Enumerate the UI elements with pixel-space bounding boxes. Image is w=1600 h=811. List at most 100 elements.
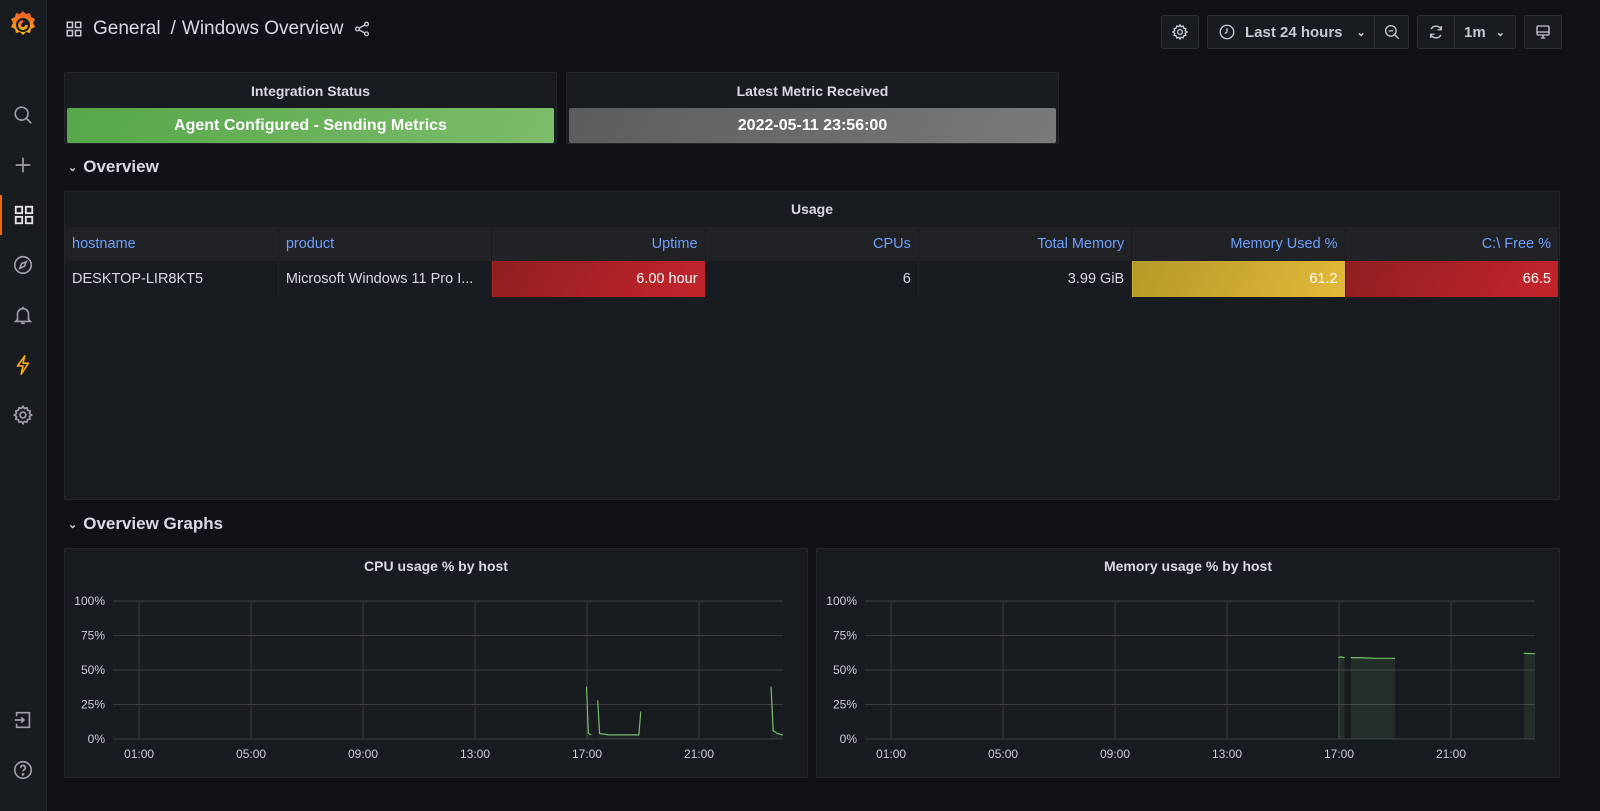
gear-icon: [1171, 23, 1189, 41]
sidebar-item-integrations[interactable]: [0, 345, 46, 385]
sidebar-item-dashboards[interactable]: [0, 195, 46, 235]
refresh-interval-label: 1m: [1464, 23, 1486, 41]
x-tick-label: 17:00: [572, 747, 602, 761]
share-icon[interactable]: [353, 20, 371, 38]
y-tick-label: 0%: [840, 732, 858, 746]
dashboards-grid-icon: [14, 205, 34, 225]
series-area: [1338, 656, 1345, 739]
cell-memory-used: 61.2: [1131, 261, 1346, 297]
cell-total-memory: 3.99 GiB: [918, 261, 1133, 297]
search-icon: [14, 106, 32, 124]
panel-title: CPU usage % by host: [364, 558, 508, 574]
series-area: [1350, 657, 1395, 739]
time-range-picker[interactable]: Last 24 hours ⌄: [1208, 16, 1374, 48]
y-tick-label: 100%: [826, 594, 857, 608]
plus-icon: [15, 157, 31, 173]
column-header-total-memory[interactable]: Total Memory: [918, 227, 1133, 261]
compass-icon: [13, 255, 33, 275]
integration-status-panel: Integration Status Agent Configured - Se…: [64, 72, 557, 144]
chart-svg: 0% 25% 50% 75% 100% 01:00 05:00 09:00 13:00 17:00…: [826, 594, 1536, 761]
refresh-button[interactable]: [1418, 16, 1454, 48]
time-picker-group: Last 24 hours ⌄: [1207, 15, 1409, 49]
panel-title: Usage: [790, 201, 834, 217]
x-tick-label: 17:00: [1324, 747, 1354, 761]
x-tick-label: 21:00: [1436, 747, 1466, 761]
y-tick-label: 25%: [81, 698, 105, 712]
y-tick-label: 75%: [833, 629, 857, 643]
chart-svg: 0% 25% 50% 75% 100% 01:00 05:00 09:00 13:00 17:00…: [74, 594, 784, 761]
chevron-down-icon: ⌄: [68, 518, 78, 531]
sidebar-item-help[interactable]: [0, 750, 46, 790]
table-header-row: hostname product Uptime CPUs Total Memor…: [65, 227, 1559, 261]
column-header-c-free[interactable]: C:\ Free %: [1345, 227, 1559, 261]
chevron-down-icon: ⌄: [1356, 26, 1366, 39]
breadcrumb: General / Windows Overview: [65, 18, 371, 40]
y-tick-label: 50%: [833, 663, 857, 677]
column-header-uptime[interactable]: Uptime: [491, 227, 706, 261]
y-tick-label: 25%: [833, 698, 857, 712]
help-icon: [13, 760, 33, 780]
sidebar-item-configuration[interactable]: [0, 395, 46, 435]
x-tick-label: 05:00: [236, 747, 266, 761]
cell-cpus: 6: [705, 261, 919, 297]
tv-mode-button[interactable]: [1524, 15, 1562, 49]
y-tick-label: 100%: [74, 594, 105, 608]
dashboard-settings-button[interactable]: [1161, 15, 1199, 49]
refresh-interval-picker[interactable]: 1m ⌄: [1455, 16, 1515, 48]
series-line: [1338, 656, 1345, 659]
cpu-usage-panel: CPU usage % by host 0% 25% 50% 75% 100% 01:00…: [64, 548, 808, 778]
series-line: [597, 700, 642, 736]
zoom-out-button[interactable]: [1375, 16, 1408, 48]
column-header-memory-used[interactable]: Memory Used %: [1131, 227, 1346, 261]
sidebar-item-alerting[interactable]: [0, 295, 46, 335]
top-navbar: General / Windows Overview Last 24 hours…: [47, 0, 1600, 62]
integration-status-value: Agent Configured - Sending Metrics: [67, 108, 554, 143]
x-tick-label: 01:00: [124, 747, 154, 761]
sidebar-item-sign-in[interactable]: [0, 700, 46, 740]
latest-metric-value: 2022-05-11 23:56:00: [569, 108, 1056, 143]
series-area: [1523, 653, 1535, 739]
sign-in-icon: [14, 711, 31, 729]
row-title: Overview: [83, 157, 159, 176]
cell-uptime: 6.00 hour: [491, 261, 706, 297]
breadcrumb-separator: /: [170, 18, 176, 39]
panel-title: Integration Status: [250, 83, 370, 99]
sidebar-item-create[interactable]: [0, 145, 46, 185]
latest-metric-panel: Latest Metric Received 2022-05-11 23:56:…: [566, 72, 1059, 144]
series-line: [1350, 656, 1395, 659]
monitor-icon: [1536, 25, 1550, 39]
row-overview[interactable]: ⌄ Overview: [68, 157, 159, 177]
sidebar: [0, 0, 47, 811]
x-tick-label: 09:00: [348, 747, 378, 761]
bell-icon: [13, 306, 33, 325]
y-tick-label: 0%: [88, 732, 106, 746]
dashboard-title[interactable]: Windows Overview: [182, 18, 344, 40]
column-header-cpus[interactable]: CPUs: [705, 227, 919, 261]
breadcrumb-folder-link[interactable]: General: [93, 18, 161, 40]
chevron-down-icon: ⌄: [68, 161, 78, 174]
column-header-product[interactable]: product: [278, 227, 493, 261]
y-tick-label: 75%: [81, 629, 105, 643]
x-tick-label: 21:00: [684, 747, 714, 761]
grafana-logo-icon[interactable]: [7, 8, 39, 40]
series-area: [597, 700, 641, 739]
lightning-icon: [16, 355, 30, 375]
sidebar-item-explore[interactable]: [0, 245, 46, 285]
clock-icon: [1219, 24, 1235, 40]
gear-icon: [12, 404, 34, 426]
x-tick-label: 05:00: [988, 747, 1018, 761]
cell-product: Microsoft Windows 11 Pro I...: [278, 261, 493, 297]
x-tick-label: 09:00: [1100, 747, 1130, 761]
cell-c-free: 66.5: [1345, 261, 1559, 297]
table-row: DESKTOP-LIR8KT5 Microsoft Windows 11 Pro…: [65, 261, 1559, 297]
cell-hostname: DESKTOP-LIR8KT5: [65, 261, 279, 297]
usage-table: hostname product Uptime CPUs Total Memor…: [65, 227, 1559, 297]
refresh-icon: [1430, 25, 1442, 39]
sidebar-item-search[interactable]: [0, 95, 46, 135]
row-overview-graphs[interactable]: ⌄ Overview Graphs: [68, 514, 223, 534]
row-title: Overview Graphs: [83, 514, 224, 533]
column-header-hostname[interactable]: hostname: [65, 227, 279, 261]
zoom-out-icon: [1384, 24, 1399, 40]
series-line: [770, 686, 784, 736]
panel-title: Memory usage % by host: [1103, 558, 1273, 574]
